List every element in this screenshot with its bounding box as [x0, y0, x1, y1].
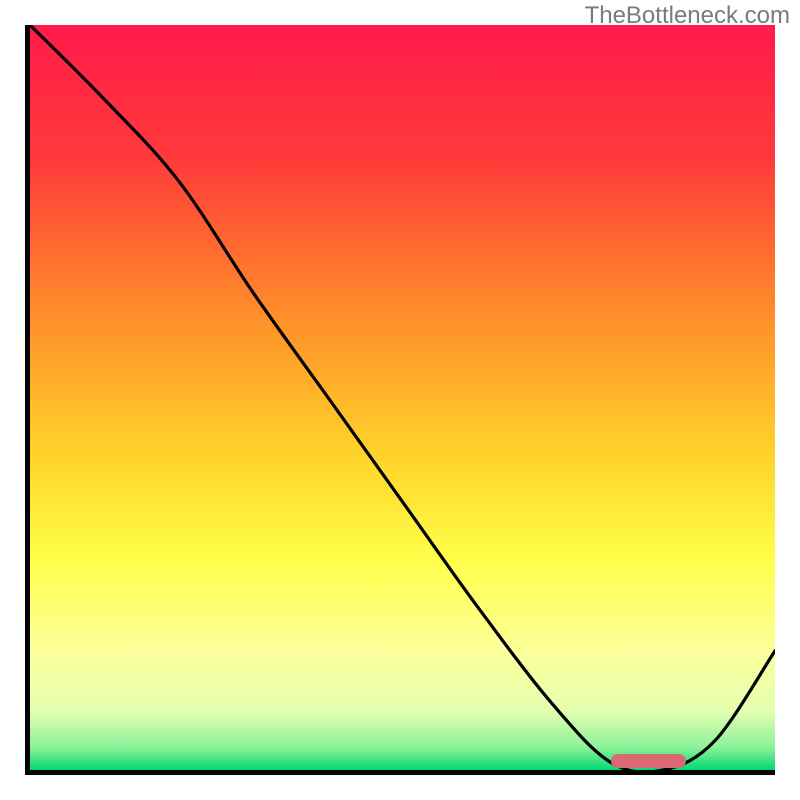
bottleneck-curve — [30, 25, 775, 770]
optimal-range-marker — [611, 754, 686, 768]
plot-area — [25, 25, 775, 775]
chart-container: TheBottleneck.com — [0, 0, 800, 800]
watermark-text: TheBottleneck.com — [585, 2, 790, 30]
